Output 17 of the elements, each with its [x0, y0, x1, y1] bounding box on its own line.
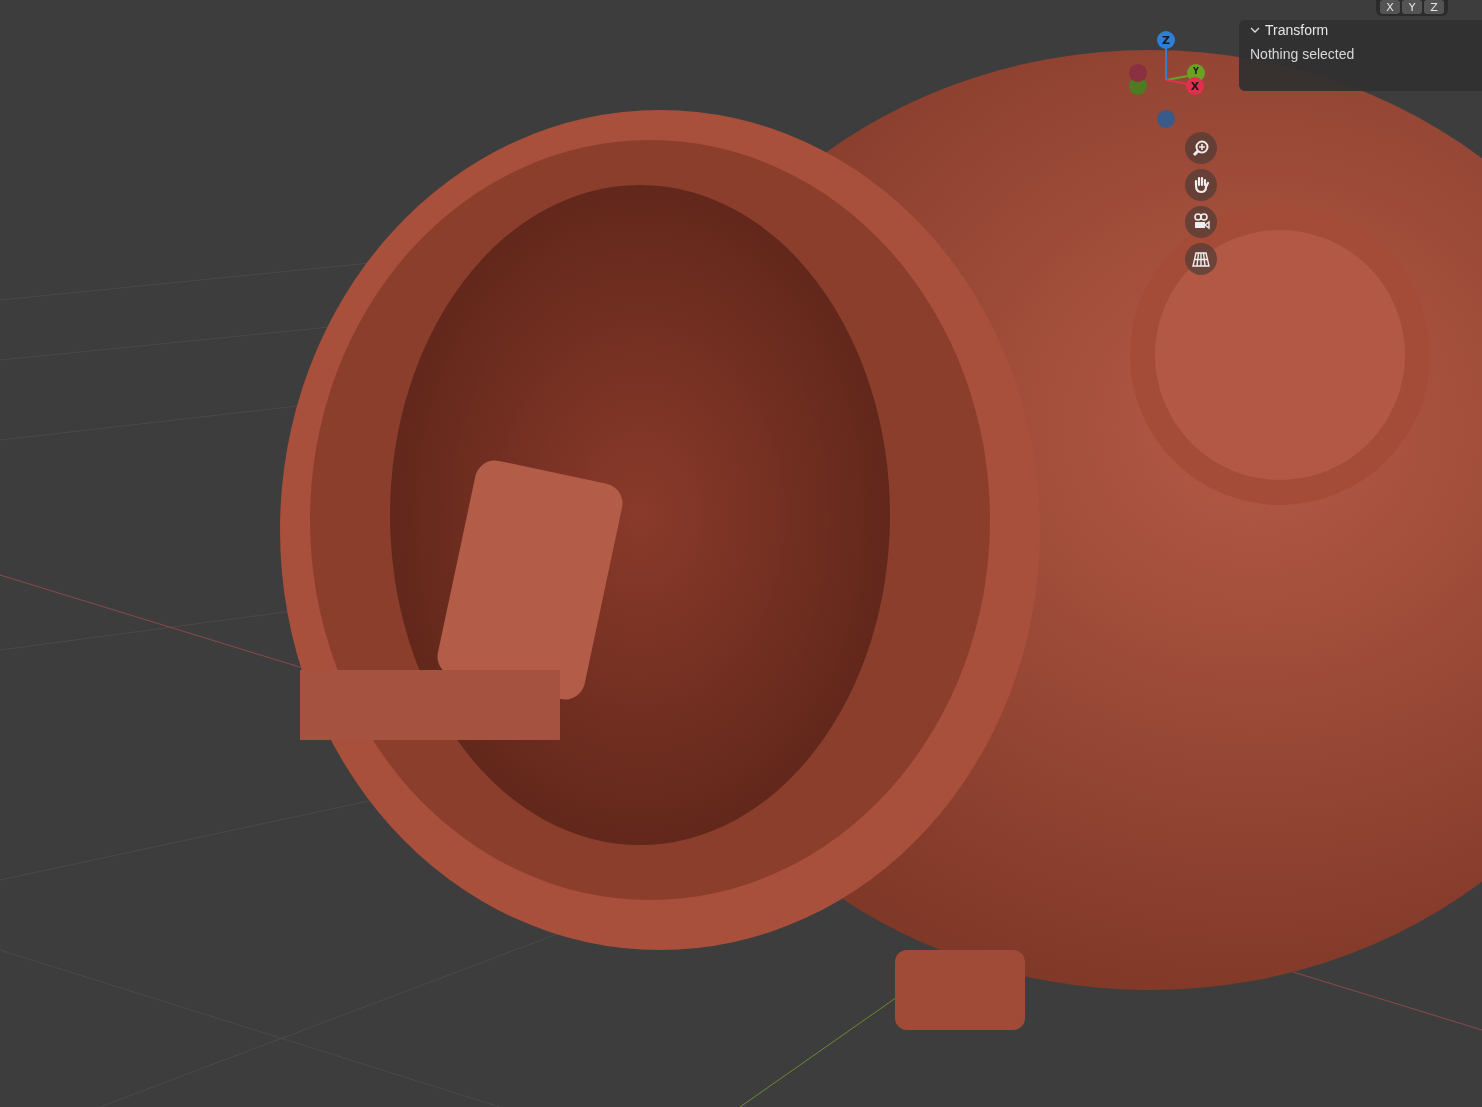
axis-toggle-button[interactable]: Z — [1424, 0, 1444, 14]
panel-header[interactable]: Transform — [1239, 20, 1339, 40]
negative-axis-handle[interactable] — [1129, 64, 1147, 82]
negative-axis-handle[interactable] — [1157, 110, 1175, 128]
camera-icon — [1191, 212, 1211, 232]
viewport-nav-button[interactable] — [1185, 132, 1217, 164]
zoom-in-icon — [1191, 138, 1211, 158]
axis-toggle-button[interactable]: X — [1380, 0, 1400, 14]
axis-toggle-button[interactable]: Y — [1402, 0, 1422, 14]
viewport-nav-button[interactable] — [1185, 206, 1217, 238]
viewport-nav-button[interactable] — [1185, 243, 1217, 275]
axis-lines — [1165, 47, 1189, 85]
viewport-nav-button[interactable] — [1185, 169, 1217, 201]
status-message: Nothing selected — [1249, 45, 1356, 64]
axis-handle[interactable]: X — [1186, 77, 1204, 95]
grid-icon — [1191, 249, 1211, 269]
axis-handle[interactable]: Z — [1157, 31, 1175, 49]
